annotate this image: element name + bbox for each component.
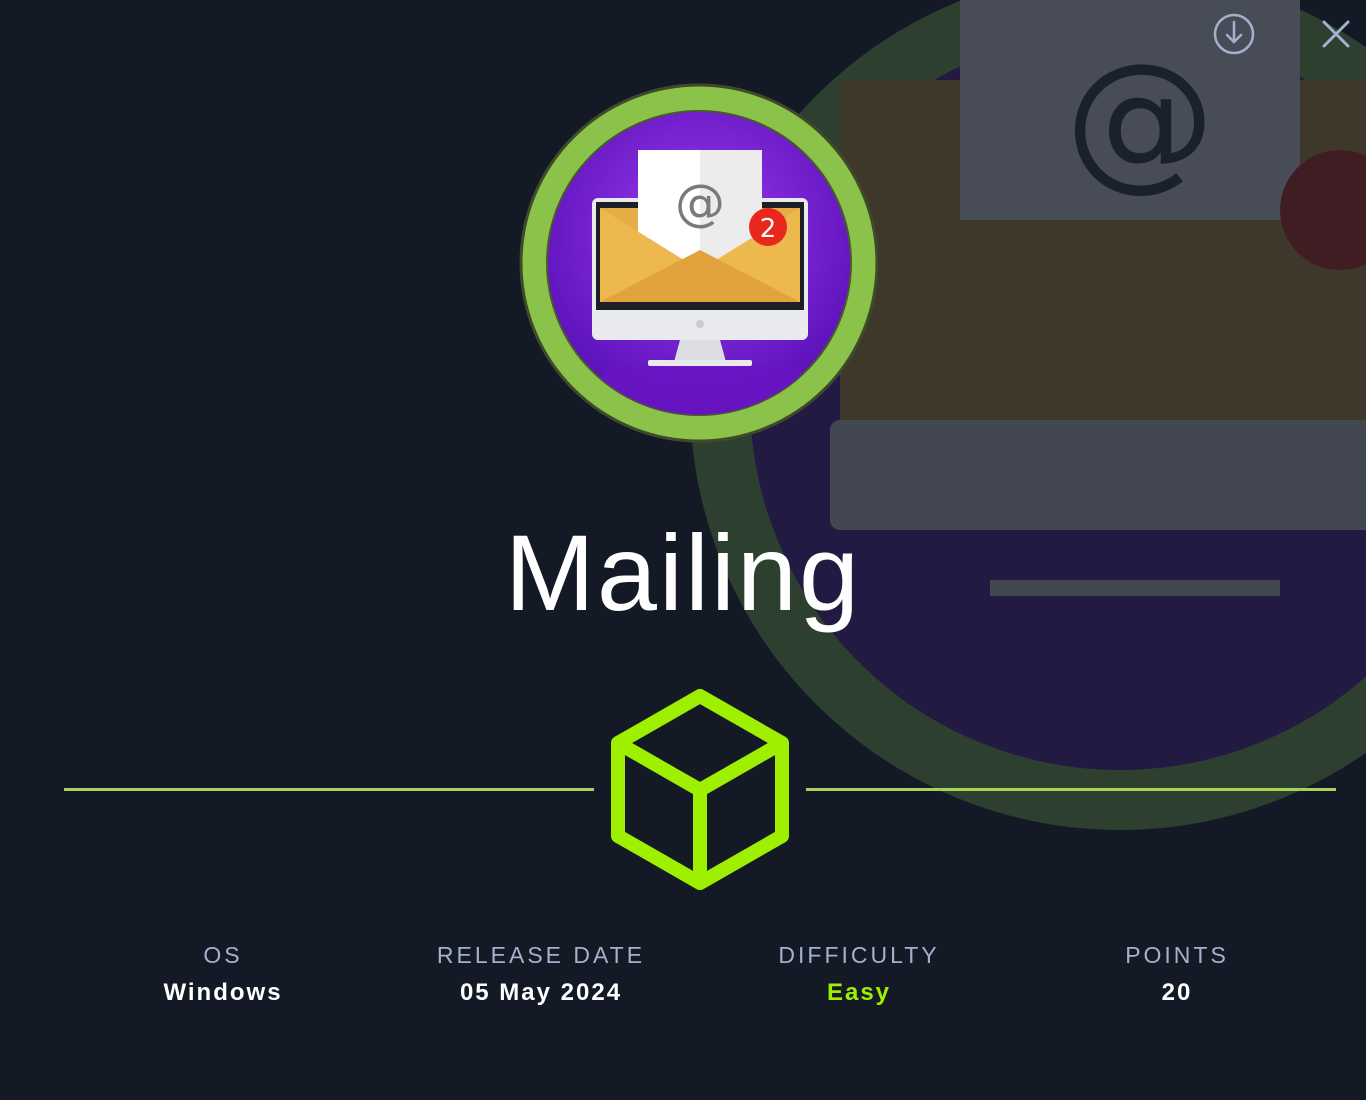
stat-value-points: 20: [1161, 979, 1193, 1006]
stat-points: POINTS 20: [1018, 940, 1336, 1008]
stat-value-difficulty: Easy: [826, 979, 892, 1006]
stat-label-release-date: RELEASE DATE: [436, 942, 646, 968]
machine-stats: OS Windows RELEASE DATE 05 May 2024 DIFF…: [64, 940, 1336, 1020]
stat-release-date: RELEASE DATE 05 May 2024: [382, 940, 700, 1008]
stat-value-release-date: 05 May 2024: [459, 979, 623, 1006]
divider-right: [806, 788, 1336, 791]
machine-avatar: @ 2: [519, 83, 879, 443]
divider-left: [64, 788, 594, 791]
top-actions: [1186, 12, 1366, 56]
stat-os: OS Windows: [64, 940, 382, 1008]
stat-value-os: Windows: [163, 979, 283, 1006]
stat-label-points: POINTS: [1125, 942, 1229, 968]
close-button[interactable]: [1314, 12, 1358, 56]
close-icon: [1322, 20, 1350, 48]
machine-card: @ @ 2 Mailing OS Windows RELEASE DATE 05…: [0, 0, 1366, 1100]
download-icon: [1213, 13, 1255, 55]
stat-difficulty: DIFFICULTY Easy: [700, 940, 1018, 1008]
download-button[interactable]: [1212, 12, 1256, 56]
at-symbol-icon: @: [675, 174, 725, 232]
svg-text:@: @: [1065, 32, 1215, 206]
stat-label-os: OS: [203, 942, 243, 968]
notification-count: 2: [760, 214, 777, 244]
stat-label-difficulty: DIFFICULTY: [778, 942, 940, 968]
machine-title: Mailing: [504, 512, 862, 633]
cube-icon: [611, 689, 789, 890]
